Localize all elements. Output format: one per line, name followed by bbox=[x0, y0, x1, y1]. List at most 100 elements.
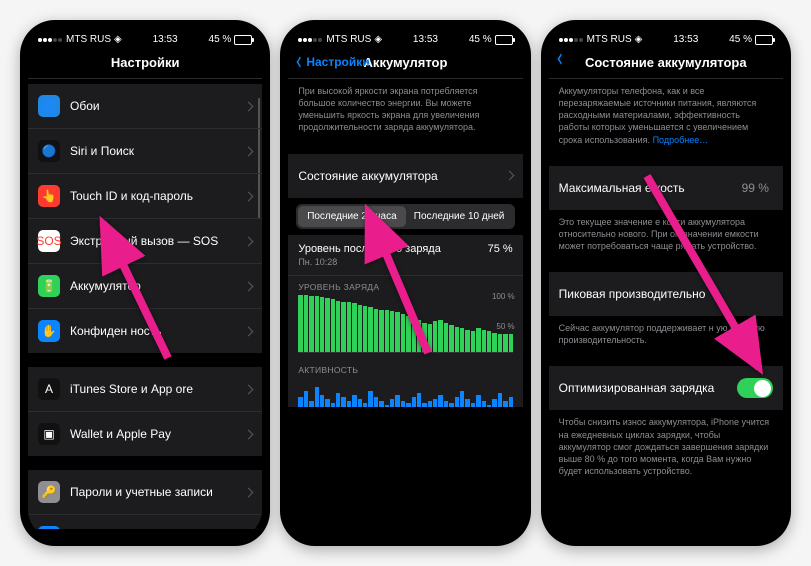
chart-bar bbox=[476, 395, 480, 407]
chart-bar bbox=[325, 399, 329, 407]
last-charge-row: Уровень последнего заряда Пн. 10:28 75 % bbox=[288, 235, 522, 276]
chart-bar bbox=[444, 401, 448, 407]
seg-24h[interactable]: Последние 24 часа bbox=[298, 206, 405, 227]
chart-bar bbox=[390, 399, 394, 407]
seg-10d[interactable]: Последние 10 дней bbox=[406, 206, 513, 227]
optimized-charging-toggle[interactable] bbox=[737, 378, 773, 398]
row-icon: ✉️ bbox=[38, 526, 60, 529]
page-title: Состояние аккумулятора bbox=[585, 55, 747, 70]
settings-row[interactable]: 👆Touch ID и код-пароль bbox=[28, 174, 262, 219]
chart-bar bbox=[374, 309, 378, 352]
chart-bar bbox=[422, 403, 426, 407]
chart-bar bbox=[460, 328, 464, 351]
chevron-left-icon bbox=[557, 53, 564, 64]
settings-row[interactable]: 🔵Siri и Поиск bbox=[28, 129, 262, 174]
chart-bar bbox=[379, 310, 383, 352]
chevron-right-icon bbox=[244, 326, 254, 336]
chart-bar bbox=[433, 321, 437, 351]
row-icon: A bbox=[38, 378, 60, 400]
status-bar: MTS RUS ◈ 13:53 45 % bbox=[288, 28, 522, 47]
chart-bar bbox=[331, 299, 335, 351]
row-label: Максимальная е кость bbox=[559, 181, 742, 195]
phone-frame-1: MTS RUS ◈ 13:53 45 % Настройки 🌀Обои🔵Sir… bbox=[20, 20, 270, 546]
settings-list[interactable]: 🌀Обои🔵Siri и Поиск👆Touch ID и код-пароль… bbox=[28, 79, 262, 529]
segmented-control[interactable]: Последние 24 часа Последние 10 дней bbox=[296, 204, 514, 229]
last-charge-time: Пн. 10:28 bbox=[298, 257, 441, 267]
chart-bar bbox=[336, 301, 340, 352]
chart-bar bbox=[363, 403, 367, 407]
chevron-right-icon bbox=[244, 191, 254, 201]
chart-bar bbox=[315, 387, 319, 407]
battery-content[interactable]: При высокой яркости экрана потребляется … bbox=[288, 79, 522, 529]
chart-bar bbox=[449, 403, 453, 407]
chart-bar bbox=[471, 403, 475, 407]
intro-text: Аккумуляторы телефона, как и все перезар… bbox=[549, 79, 783, 152]
chart-bar bbox=[449, 325, 453, 351]
settings-row[interactable]: SOSЭкстренный вызов — SOS bbox=[28, 219, 262, 264]
chart-bar bbox=[395, 312, 399, 351]
chevron-right-icon bbox=[244, 101, 254, 111]
chart-bar bbox=[385, 310, 389, 351]
screen-settings: MTS RUS ◈ 13:53 45 % Настройки 🌀Обои🔵Sir… bbox=[28, 28, 262, 538]
last-charge-label: Уровень последнего заряда bbox=[298, 243, 441, 255]
chart-bar bbox=[358, 305, 362, 351]
chart-bar bbox=[298, 295, 302, 352]
chart-bar bbox=[482, 330, 486, 352]
chart-bar bbox=[304, 391, 308, 407]
chart-bar bbox=[433, 399, 437, 407]
chart-bar bbox=[487, 331, 491, 351]
chart-bar bbox=[460, 391, 464, 407]
chart-bar bbox=[509, 397, 513, 407]
back-button[interactable] bbox=[557, 55, 565, 63]
chart-bar bbox=[352, 303, 356, 351]
settings-row[interactable]: 🔋Аккумулятор bbox=[28, 264, 262, 309]
screen-battery-health: MTS RUS ◈ 13:53 45 % Состояние аккумулят… bbox=[549, 28, 783, 538]
settings-row[interactable]: ✉️Почта bbox=[28, 515, 262, 529]
max-capacity-row: Максимальная е кость 99 % bbox=[549, 166, 783, 210]
back-button[interactable]: Настройки bbox=[296, 55, 369, 69]
chart-bar bbox=[498, 393, 502, 407]
optimized-charging-row[interactable]: Оптимизированная зарядка bbox=[549, 366, 783, 410]
chart-bar bbox=[465, 399, 469, 407]
chevron-right-icon bbox=[244, 429, 254, 439]
chevron-right-icon bbox=[244, 146, 254, 156]
row-label: Touch ID и код-пароль bbox=[70, 189, 239, 203]
chart-bar bbox=[406, 403, 410, 407]
learn-more-link[interactable]: Подробнее… bbox=[653, 135, 709, 145]
chart-bar bbox=[455, 327, 459, 351]
chart-bar bbox=[336, 393, 340, 407]
chart-bar bbox=[412, 397, 416, 407]
health-content[interactable]: Аккумуляторы телефона, как и все перезар… bbox=[549, 79, 783, 529]
battery-pct: 45 % bbox=[469, 34, 492, 45]
row-icon: 🌀 bbox=[38, 95, 60, 117]
page-title: Настройки bbox=[111, 55, 180, 70]
chart-bar bbox=[352, 395, 356, 407]
wifi-icon: ◈ bbox=[635, 34, 643, 45]
settings-row[interactable]: AiTunes Store и App ore bbox=[28, 367, 262, 412]
row-label: iTunes Store и App ore bbox=[70, 382, 239, 396]
ytick-50: 50 % bbox=[496, 322, 514, 331]
chart-bar bbox=[358, 399, 362, 407]
chart-bar bbox=[325, 298, 329, 351]
settings-row[interactable]: ▣Wallet и Apple Pay bbox=[28, 412, 262, 456]
ytick-100: 100 % bbox=[492, 292, 515, 301]
settings-row[interactable]: 🌀Обои bbox=[28, 84, 262, 129]
phone-frame-3: MTS RUS ◈ 13:53 45 % Состояние аккумулят… bbox=[541, 20, 791, 546]
row-icon: 🔵 bbox=[38, 140, 60, 162]
battery-health-row[interactable]: Состояние аккумулятора bbox=[288, 154, 522, 198]
phone-frame-2: MTS RUS ◈ 13:53 45 % Настройки Аккумулят… bbox=[280, 20, 530, 546]
chevron-right-icon bbox=[244, 236, 254, 246]
clock: 13:53 bbox=[673, 34, 698, 45]
row-label: Оптимизированная зарядка bbox=[559, 381, 737, 395]
settings-row[interactable]: 🔑Пароли и учетные записи bbox=[28, 470, 262, 515]
chart-bar bbox=[379, 401, 383, 407]
chart-bar bbox=[401, 401, 405, 407]
settings-row[interactable]: ✋Конфиден ность bbox=[28, 309, 262, 353]
row-label: Пароли и учетные записи bbox=[70, 485, 239, 499]
row-label: Состояние аккумулятора bbox=[298, 169, 499, 183]
status-bar: MTS RUS ◈ 13:53 45 % bbox=[28, 28, 262, 47]
row-label: Экстренный вызов — SOS bbox=[70, 234, 239, 248]
chevron-right-icon bbox=[244, 487, 254, 497]
intro-text: При высокой яркости экрана потребляется … bbox=[288, 79, 522, 140]
battery-icon bbox=[755, 35, 773, 45]
